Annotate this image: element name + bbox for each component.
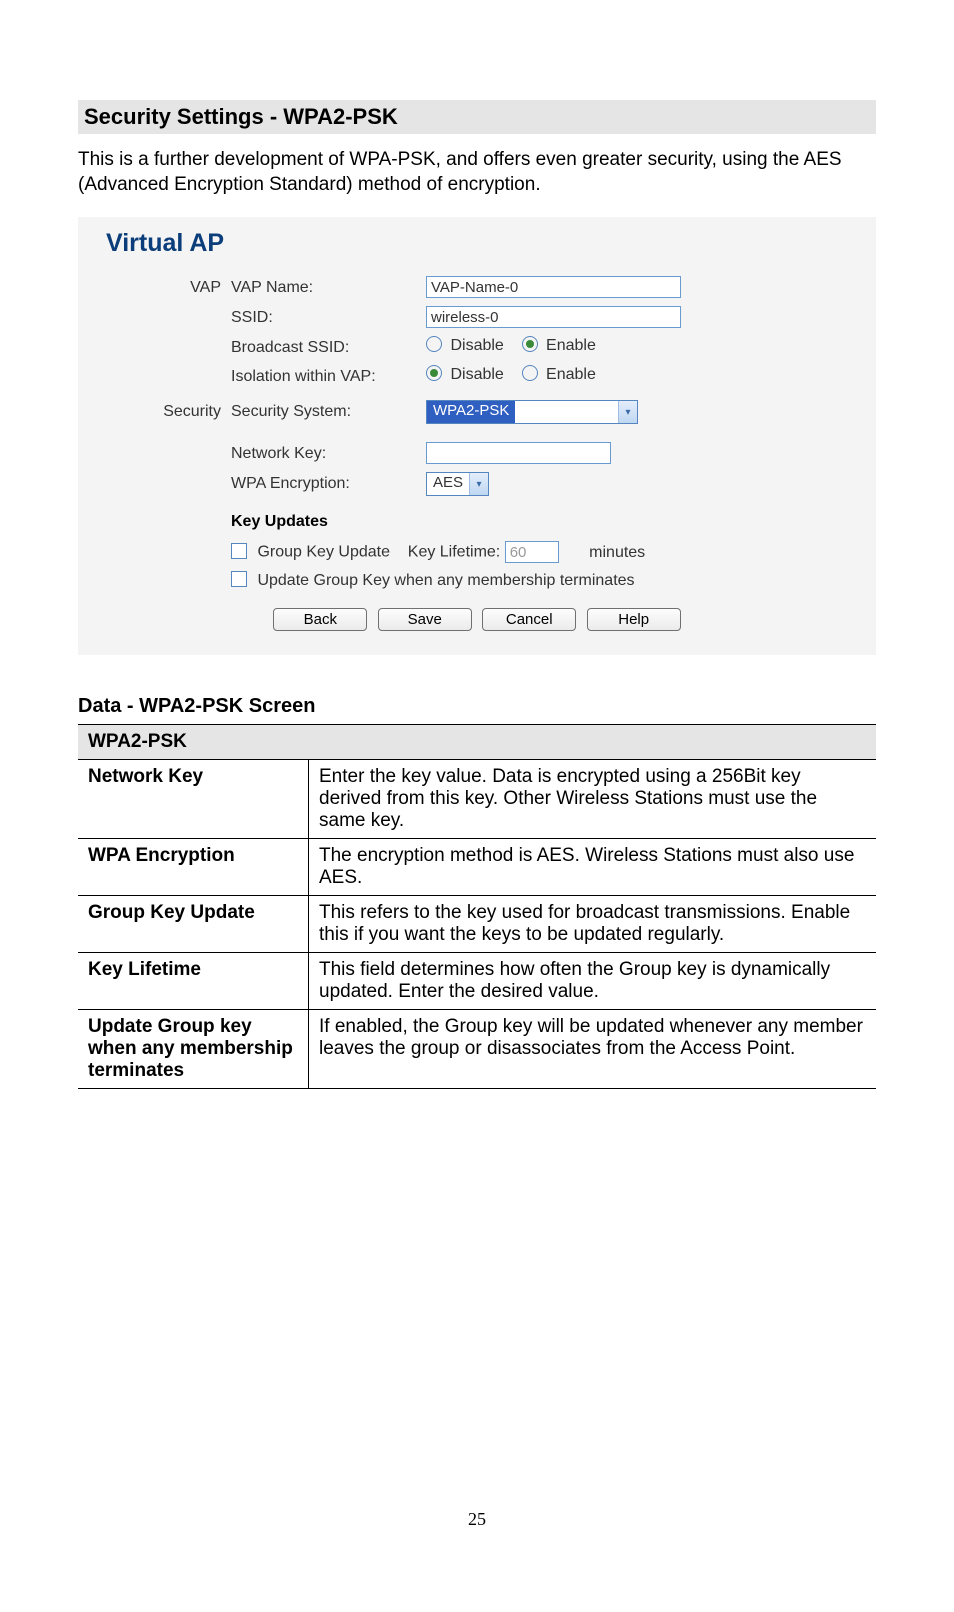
isolation-label: Isolation within VAP:: [231, 365, 426, 386]
row-name: Network Key: [78, 760, 309, 839]
row-desc: The encryption method is AES. Wireless S…: [309, 839, 877, 896]
wpa-encryption-select[interactable]: AES ▾: [426, 472, 489, 496]
isolation-disable-text: Disable: [450, 366, 503, 383]
network-key-input[interactable]: [426, 442, 611, 464]
cancel-button[interactable]: Cancel: [482, 608, 576, 631]
wpa-encryption-value: AES: [427, 473, 469, 495]
chevron-down-icon: ▾: [469, 473, 488, 495]
vap-name-label: VAP Name:: [231, 276, 426, 297]
table-row: Group Key Update This refers to the key …: [78, 896, 876, 953]
broadcast-disable-text: Disable: [450, 337, 503, 354]
group-label-security: Security: [106, 400, 231, 421]
table-header: WPA2-PSK: [78, 725, 876, 760]
section-heading: Security Settings - WPA2-PSK: [78, 100, 876, 134]
ssid-label: SSID:: [231, 306, 426, 327]
broadcast-enable-radio[interactable]: [522, 336, 538, 352]
update-on-terminate-checkbox[interactable]: [231, 571, 247, 587]
key-lifetime-label: Key Lifetime:: [408, 544, 500, 561]
virtual-ap-panel: Virtual AP VAP VAP Name: SSID: Broadcast…: [78, 217, 876, 655]
table-row: WPA Encryption The encryption method is …: [78, 839, 876, 896]
key-lifetime-input[interactable]: [505, 541, 559, 563]
minutes-label: minutes: [589, 544, 645, 561]
row-desc: Enter the key value. Data is encrypted u…: [309, 760, 877, 839]
data-table: WPA2-PSK Network Key Enter the key value…: [78, 724, 876, 1089]
row-desc: If enabled, the Group key will be update…: [309, 1010, 877, 1089]
vap-name-input[interactable]: [426, 276, 681, 298]
chevron-down-icon: ▾: [618, 401, 637, 423]
group-label-vap: VAP: [106, 276, 231, 297]
panel-title: Virtual AP: [106, 229, 848, 258]
isolation-disable-radio[interactable]: [426, 365, 442, 381]
update-on-terminate-label: Update Group Key when any membership ter…: [257, 572, 634, 589]
table-row: Network Key Enter the key value. Data is…: [78, 760, 876, 839]
key-updates-title: Key Updates: [231, 510, 848, 531]
save-button[interactable]: Save: [378, 608, 472, 631]
group-key-update-label: Group Key Update: [257, 544, 390, 561]
table-row: Key Lifetime This field determines how o…: [78, 953, 876, 1010]
data-section-title: Data - WPA2-PSK Screen: [78, 695, 876, 718]
row-name: Update Group key when any membership ter…: [78, 1010, 309, 1089]
network-key-label: Network Key:: [231, 442, 426, 463]
ssid-input[interactable]: [426, 306, 681, 328]
wpa-encryption-label: WPA Encryption:: [231, 472, 426, 493]
back-button[interactable]: Back: [273, 608, 367, 631]
broadcast-ssid-label: Broadcast SSID:: [231, 336, 426, 357]
group-key-update-checkbox[interactable]: [231, 543, 247, 559]
isolation-enable-radio[interactable]: [522, 365, 538, 381]
page-number: 25: [78, 1509, 876, 1530]
row-desc: This refers to the key used for broadcas…: [309, 896, 877, 953]
security-system-value: WPA2-PSK: [427, 401, 515, 423]
security-system-select[interactable]: WPA2-PSK ▾: [426, 400, 638, 424]
row-name: Key Lifetime: [78, 953, 309, 1010]
table-row: Update Group key when any membership ter…: [78, 1010, 876, 1089]
broadcast-enable-text: Enable: [546, 337, 596, 354]
row-name: WPA Encryption: [78, 839, 309, 896]
broadcast-disable-radio[interactable]: [426, 336, 442, 352]
help-button[interactable]: Help: [587, 608, 681, 631]
intro-text: This is a further development of WPA-PSK…: [78, 148, 876, 197]
isolation-enable-text: Enable: [546, 366, 596, 383]
security-system-label: Security System:: [231, 400, 426, 421]
row-desc: This field determines how often the Grou…: [309, 953, 877, 1010]
row-name: Group Key Update: [78, 896, 309, 953]
